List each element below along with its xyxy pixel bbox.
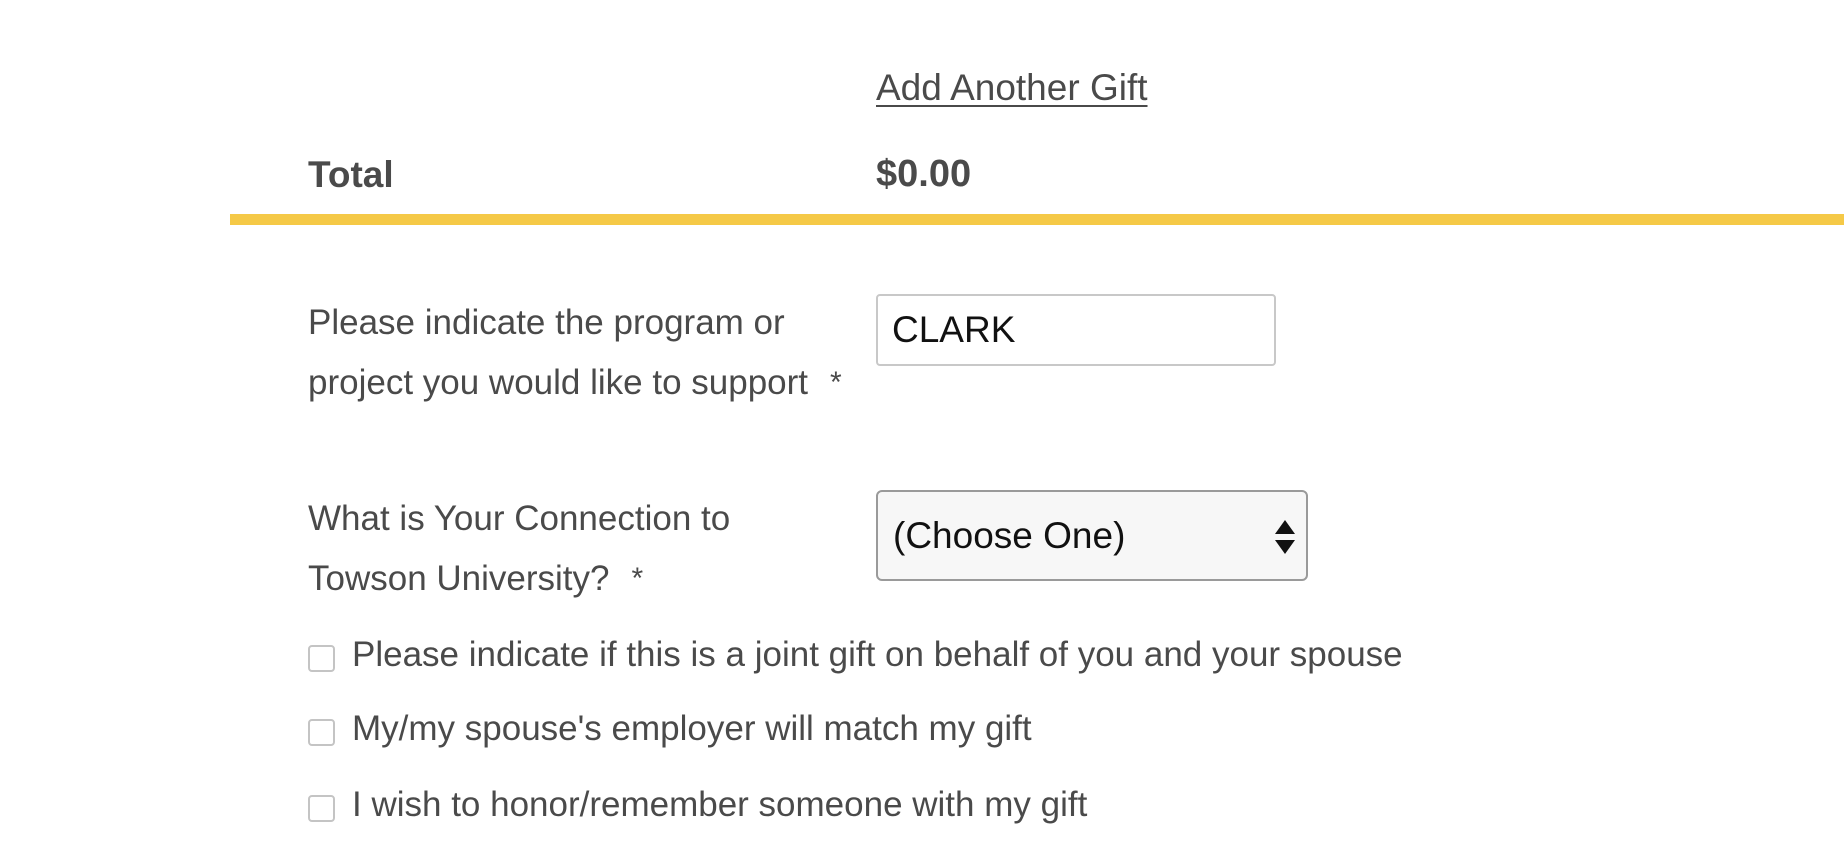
program-input[interactable] [876, 294, 1276, 366]
program-field-label: Please indicate the program or project y… [308, 293, 848, 413]
connection-field-label-text: What is Your Connection to Towson Univer… [308, 499, 731, 598]
section-divider [230, 214, 1844, 225]
joint-gift-label: Please indicate if this is a joint gift … [352, 635, 1403, 674]
add-another-gift-link[interactable]: Add Another Gift [876, 64, 1148, 112]
employer-match-label: My/my spouse's employer will match my gi… [352, 709, 1032, 748]
select-arrows-icon [1275, 520, 1295, 554]
total-label: Total [308, 154, 394, 195]
employer-match-checkbox[interactable] [308, 719, 335, 746]
total-value: $0.00 [876, 153, 972, 195]
required-marker: * [830, 366, 842, 399]
program-field-label-text: Please indicate the program or project y… [308, 303, 808, 402]
connection-select[interactable]: (Choose One) [876, 490, 1308, 581]
joint-gift-checkbox[interactable] [308, 645, 335, 672]
honor-gift-label: I wish to honor/remember someone with my… [352, 785, 1088, 824]
honor-gift-checkbox[interactable] [308, 795, 335, 822]
connection-field-label: What is Your Connection to Towson Univer… [308, 489, 848, 609]
connection-select-value: (Choose One) [893, 515, 1126, 556]
required-marker: * [631, 562, 644, 595]
